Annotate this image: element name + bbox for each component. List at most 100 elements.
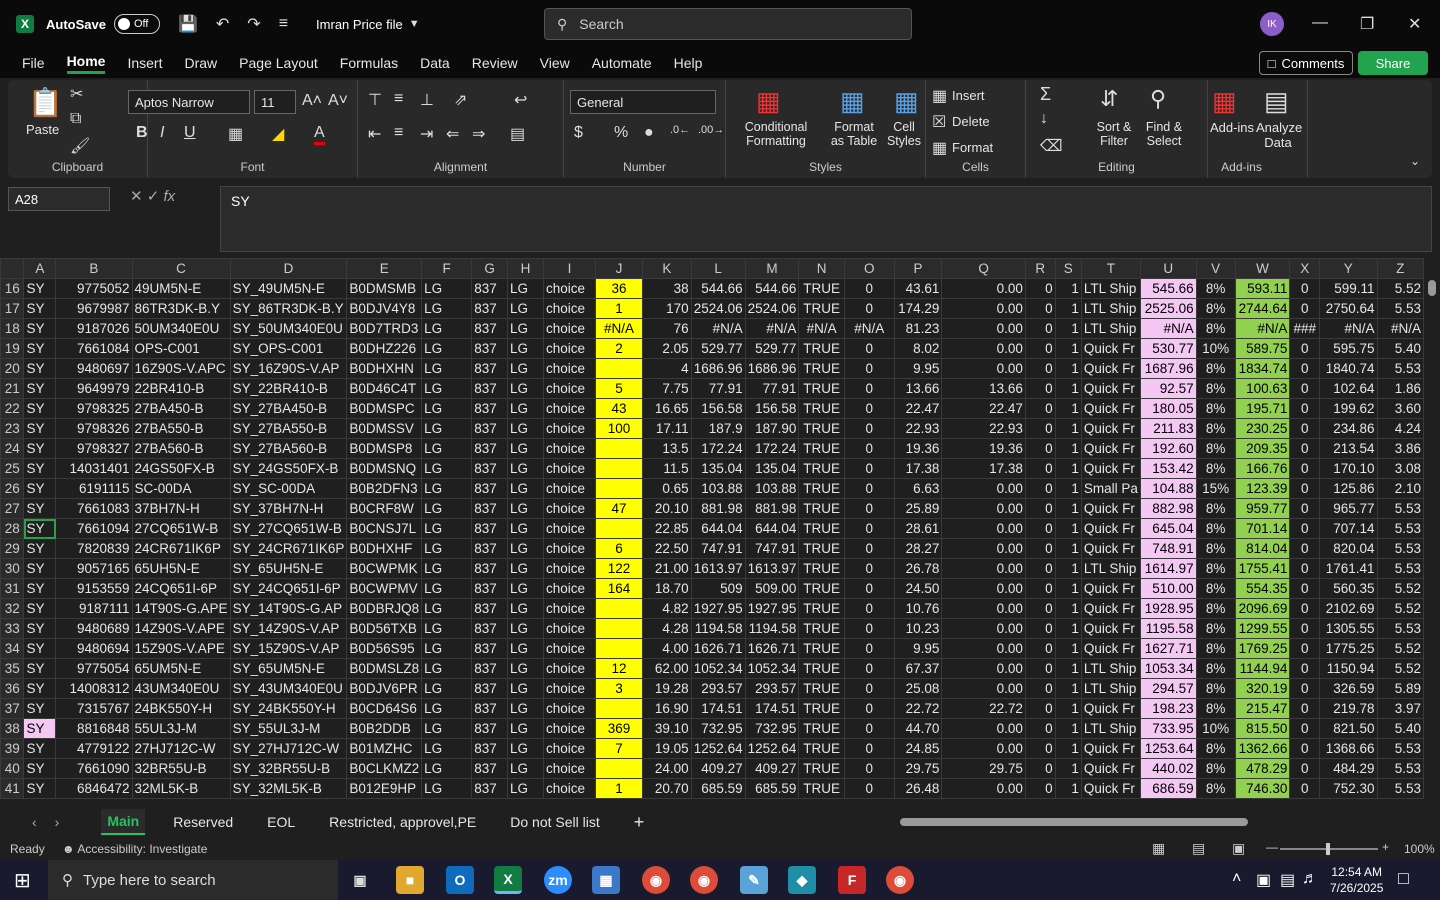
cell[interactable]: 44.70 [893,718,943,739]
cell[interactable]: 2744.64 [1234,298,1291,319]
cell[interactable]: Quick Fr [1080,598,1141,619]
cell[interactable]: 0 [1289,618,1321,639]
cell[interactable]: Quick Fr [1080,518,1141,539]
cell[interactable]: 0.65 [642,478,692,499]
cell[interactable]: 5.53 [1376,738,1424,759]
cell[interactable]: 215.47 [1234,698,1291,719]
cell[interactable]: Small Pa [1080,478,1141,499]
cell[interactable]: LG [421,478,473,499]
cell[interactable]: 11.5 [642,458,692,479]
cell[interactable]: 0 [843,678,895,699]
cell[interactable]: 837 [471,298,508,319]
cell[interactable]: 67.37 [893,658,943,679]
cell[interactable]: 7820839 [55,538,133,559]
cell[interactable]: 0 [843,418,895,439]
cell[interactable]: SY [23,278,57,299]
cell[interactable]: 4779122 [55,738,133,759]
cell[interactable]: SY [23,378,57,399]
cell[interactable]: TRUE [798,458,845,479]
cell[interactable]: SY [23,398,57,419]
cell[interactable]: 685.59 [744,778,800,799]
cell[interactable]: 156.58 [690,398,746,419]
cell[interactable]: 2102.69 [1319,598,1378,619]
cell[interactable]: LG [506,518,545,539]
cell[interactable]: 0 [1289,778,1321,799]
cell[interactable]: 0 [1289,578,1321,599]
cell[interactable]: #N/A [1319,318,1378,339]
cell[interactable]: 478.29 [1234,758,1291,779]
cell[interactable]: 5.53 [1376,538,1424,559]
share-button[interactable]: Share [1358,51,1428,75]
column-header[interactable]: T [1080,258,1141,279]
column-header[interactable]: A [23,258,57,279]
cell[interactable]: LG [506,498,545,519]
cell[interactable]: LG [506,438,545,459]
cell[interactable]: 837 [471,718,508,739]
cell[interactable]: 644.04 [690,518,746,539]
task-view-icon[interactable]: ▣ [346,866,374,894]
cell[interactable]: choice [543,558,596,579]
cell[interactable]: 122 [594,558,644,579]
cell[interactable]: Quick Fr [1080,418,1141,439]
cell[interactable]: 0 [1024,498,1056,519]
cell[interactable]: 0.00 [941,658,1026,679]
cell[interactable]: SY_15Z90S-V.AP [229,638,348,659]
cell[interactable]: SY [23,338,57,359]
cell[interactable]: LTL Ship [1080,558,1141,579]
cell[interactable]: 0 [843,778,895,799]
cell[interactable]: 5.52 [1376,578,1424,599]
cell[interactable]: LG [506,778,545,799]
cell[interactable]: SY [23,558,57,579]
cell[interactable]: 440.02 [1139,758,1197,779]
cell[interactable]: 26.48 [893,778,943,799]
cell[interactable]: 0 [843,378,895,399]
cell[interactable]: 5.53 [1376,518,1424,539]
cell[interactable]: TRUE [798,558,845,579]
format-as-table-icon[interactable]: ▦ [840,86,865,117]
cell[interactable]: SY_24BK550Y-H [229,698,348,719]
cell[interactable]: SY_43UM340E0U [229,678,348,699]
cell[interactable]: 43 [594,398,644,419]
row-header[interactable]: 16 [0,278,25,299]
cell[interactable]: 4.28 [642,618,692,639]
tray-app-icon[interactable]: ▣ [1256,870,1271,890]
cell[interactable]: 1 [1054,638,1082,659]
cell[interactable]: 28.61 [893,518,943,539]
cell[interactable]: SY_55UL3J-M [229,718,348,739]
cell[interactable]: 837 [471,358,508,379]
row-header[interactable]: 24 [0,438,25,459]
cell[interactable]: 733.95 [1139,718,1197,739]
cell[interactable]: 8% [1195,758,1236,779]
cell[interactable]: LG [421,318,473,339]
cell[interactable]: 8% [1195,578,1236,599]
cell[interactable]: 1613.97 [690,558,746,579]
cell[interactable]: LG [421,598,473,619]
cell[interactable]: 13.66 [941,378,1026,399]
cell[interactable]: 409.27 [690,758,746,779]
cell[interactable]: 19.36 [941,438,1026,459]
cell[interactable]: 15Z90S-V.APE [131,638,231,659]
cell[interactable]: 509.00 [744,578,800,599]
cell[interactable]: 153.42 [1139,458,1197,479]
cell[interactable]: Quick Fr [1080,498,1141,519]
cell[interactable]: choice [543,598,596,619]
cell[interactable]: 211.83 [1139,418,1197,439]
cell[interactable]: 369 [594,718,644,739]
cell[interactable]: SY_37BH7N-H [229,498,348,519]
sheet-tab-main[interactable]: Main [101,809,146,835]
cell[interactable]: 16.65 [642,398,692,419]
align-bottom-icon[interactable]: ⊥ [420,90,434,110]
cell[interactable]: LG [421,498,473,519]
fill-icon[interactable]: ↓ [1040,110,1048,128]
cell[interactable]: 1 [1054,558,1082,579]
cell[interactable]: Quick Fr [1080,758,1141,779]
cell[interactable]: 77.91 [744,378,800,399]
cell[interactable]: #N/A [798,318,845,339]
cell[interactable]: 0 [1024,578,1056,599]
cell[interactable]: 837 [471,338,508,359]
cell[interactable]: choice [543,378,596,399]
row-header[interactable]: 26 [0,478,25,499]
cell[interactable]: Quick Fr [1080,358,1141,379]
cell[interactable]: 24CR671IK6P [131,538,231,559]
comments-button[interactable]: □ Comments [1259,51,1353,75]
